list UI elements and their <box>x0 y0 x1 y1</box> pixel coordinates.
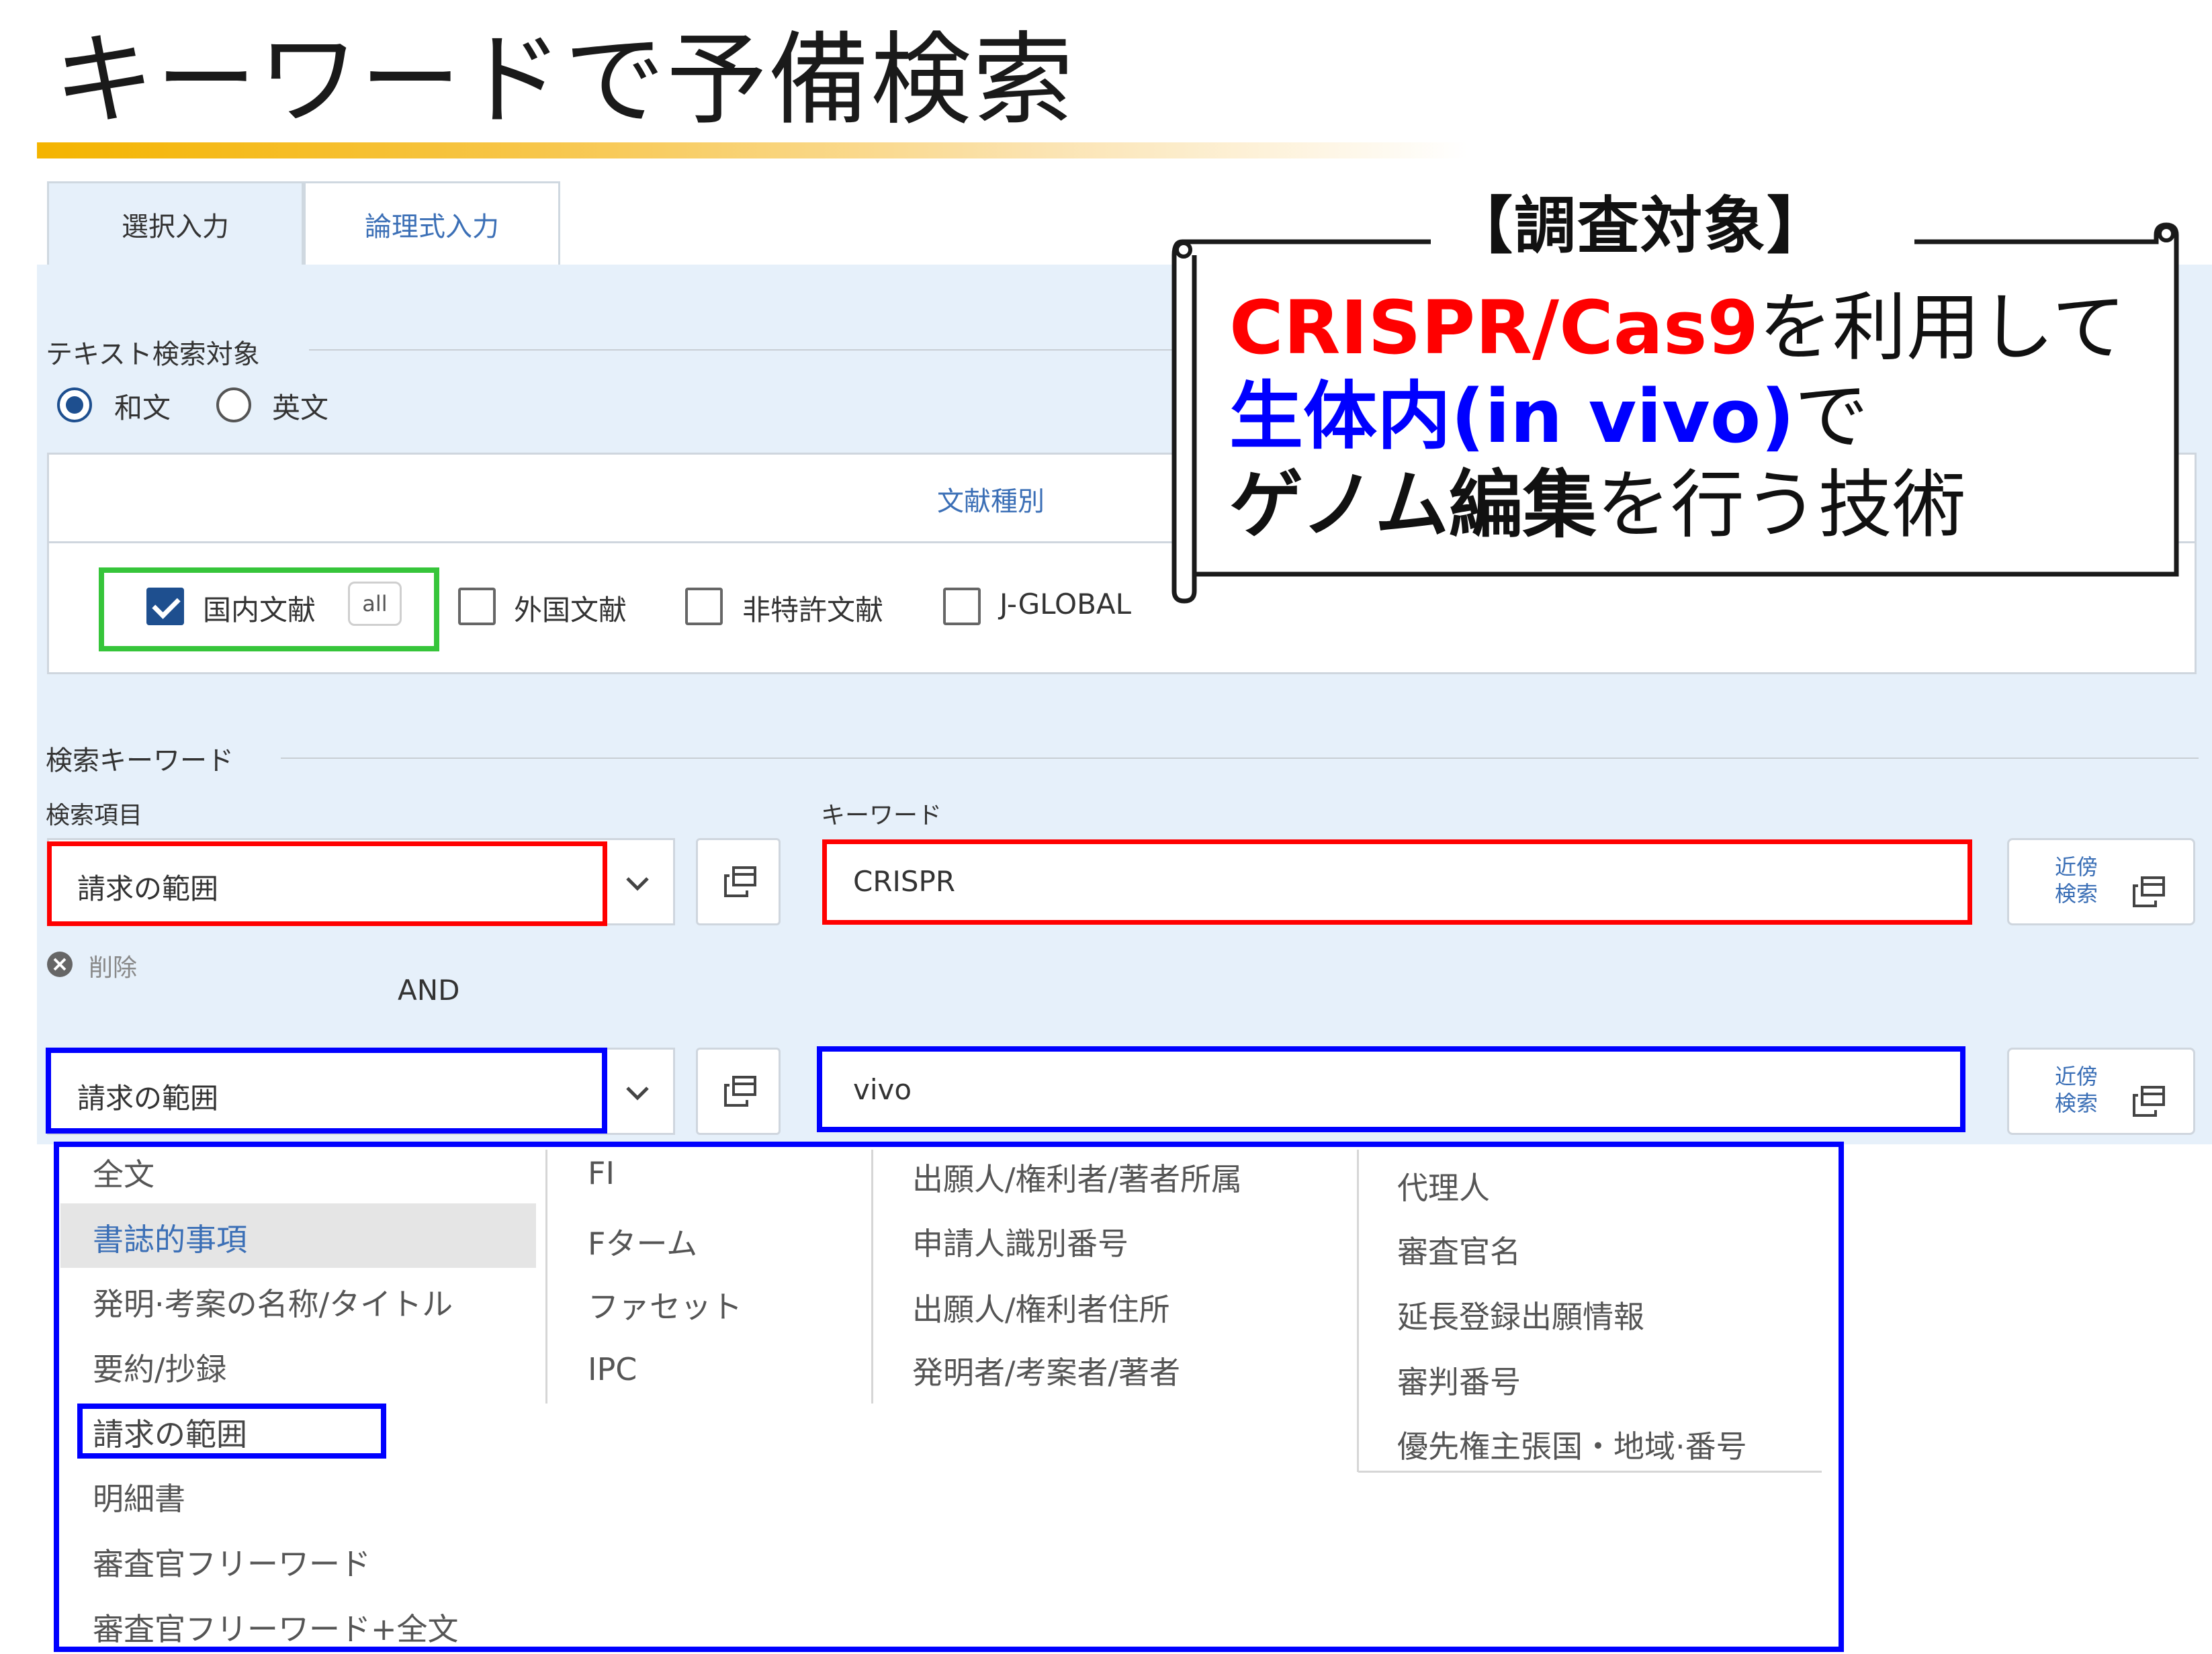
delete-icon[interactable] <box>46 950 74 978</box>
search-keyword-section-label: 検索キーワード <box>46 745 234 776</box>
field-label: 検索項目 <box>46 802 143 829</box>
keyword-label: キーワード <box>821 802 942 829</box>
page-title: キーワードで予備検索 <box>54 22 1075 139</box>
window-icon <box>724 1076 756 1107</box>
chevron-down-icon[interactable] <box>623 873 652 893</box>
radio-english[interactable] <box>216 387 251 422</box>
checkbox-jglobal[interactable] <box>943 588 981 625</box>
dropdown-item[interactable]: FI <box>588 1155 615 1191</box>
highlight-field-1 <box>47 841 607 926</box>
radio-japanese-label: 和文 <box>114 392 171 424</box>
near-search-button-2[interactable]: 近傍 検索 <box>2007 1048 2195 1135</box>
near-search-label: 近傍 検索 <box>2055 1064 2098 1116</box>
dropdown-item[interactable]: 延長登録出願情報 <box>1397 1293 1644 1337</box>
radio-japanese[interactable] <box>57 387 92 422</box>
near-search-label: 近傍 検索 <box>2055 854 2098 907</box>
title-underline <box>37 142 1468 158</box>
dropdown-item[interactable]: 優先権主張国・地域·番号 <box>1397 1422 1747 1467</box>
text-target-label: テキスト検索対象 <box>46 339 260 370</box>
tab-logical-input[interactable]: 論理式入力 <box>304 181 560 265</box>
keyword-input-2[interactable] <box>817 1046 1965 1132</box>
dropdown-item[interactable]: 審判番号 <box>1397 1358 1521 1402</box>
dropdown-item[interactable]: 発明·考案の名称/タイトル <box>93 1280 453 1324</box>
dropdown-item[interactable]: 出願人/権利者住所 <box>912 1285 1170 1330</box>
callout-line-1: CRISPR/Cas9を利用して <box>1229 285 2126 371</box>
dropdown-item[interactable]: 審査官フリーワード+全文 <box>93 1605 459 1649</box>
section-divider <box>281 757 2199 759</box>
dropdown-item-highlighted[interactable]: 書誌的事項 <box>93 1215 247 1260</box>
keyword-input-1-value: CRISPR <box>853 865 956 898</box>
callout-line-3: ゲノム編集を行う技術 <box>1229 462 1966 548</box>
callout-label: 【調査対象】 <box>1451 190 1830 262</box>
dropdown-item[interactable]: 全文 <box>93 1150 154 1195</box>
checkbox-jglobal-label: J-GLOBAL <box>1000 588 1132 621</box>
keyword-input-1[interactable] <box>822 839 1972 925</box>
dropdown-item[interactable]: ファセット <box>588 1283 742 1327</box>
chevron-down-icon[interactable] <box>623 1083 652 1103</box>
window-icon <box>2133 876 2165 907</box>
dropdown-separator <box>871 1150 873 1404</box>
checkbox-foreign[interactable] <box>458 588 496 625</box>
dropdown-item[interactable]: IPC <box>588 1351 637 1387</box>
checkbox-nonpatent[interactable] <box>685 588 723 625</box>
radio-english-label: 英文 <box>272 392 329 424</box>
operator-label[interactable]: AND <box>398 974 460 1007</box>
highlight-selected-item <box>77 1404 386 1459</box>
dropdown-item[interactable]: 出願人/権利者/著者所属 <box>912 1155 1242 1199</box>
dropdown-item[interactable]: Fターム <box>588 1220 697 1264</box>
dropdown-item[interactable]: 要約/抄録 <box>93 1345 227 1389</box>
dropdown-item[interactable]: 明細書 <box>93 1475 185 1519</box>
keyword-input-2-value: vivo <box>853 1073 912 1106</box>
checkbox-foreign-label: 外国文献 <box>514 594 627 627</box>
dropdown-item[interactable]: 発明者/考案者/著者 <box>912 1348 1180 1393</box>
dropdown-separator <box>1357 1150 1359 1472</box>
tab-select-input[interactable]: 選択入力 <box>47 181 304 265</box>
dropdown-separator <box>1358 1471 1822 1473</box>
near-search-button-1[interactable]: 近傍 検索 <box>2007 838 2195 925</box>
checkbox-nonpatent-label: 非特許文献 <box>742 594 884 627</box>
dropdown-item[interactable]: 申請人識別番号 <box>912 1220 1129 1264</box>
doc-type-header[interactable]: 文献種別 <box>937 479 1045 518</box>
highlight-domestic <box>99 567 439 651</box>
window-icon <box>724 866 756 897</box>
delete-label[interactable]: 削除 <box>89 948 137 983</box>
dropdown-item[interactable]: 審査官フリーワード <box>93 1540 371 1584</box>
highlight-field-2 <box>46 1048 607 1134</box>
expand-button-2[interactable] <box>696 1048 781 1135</box>
dropdown-item[interactable]: 代理人 <box>1397 1164 1490 1208</box>
expand-button-1[interactable] <box>696 838 781 925</box>
section-divider <box>309 349 1182 351</box>
dropdown-separator <box>545 1150 547 1404</box>
dropdown-item[interactable]: 審査官名 <box>1397 1228 1521 1272</box>
callout-line-2: 生体内(in vivo)で <box>1229 373 1869 459</box>
window-icon <box>2133 1086 2165 1117</box>
